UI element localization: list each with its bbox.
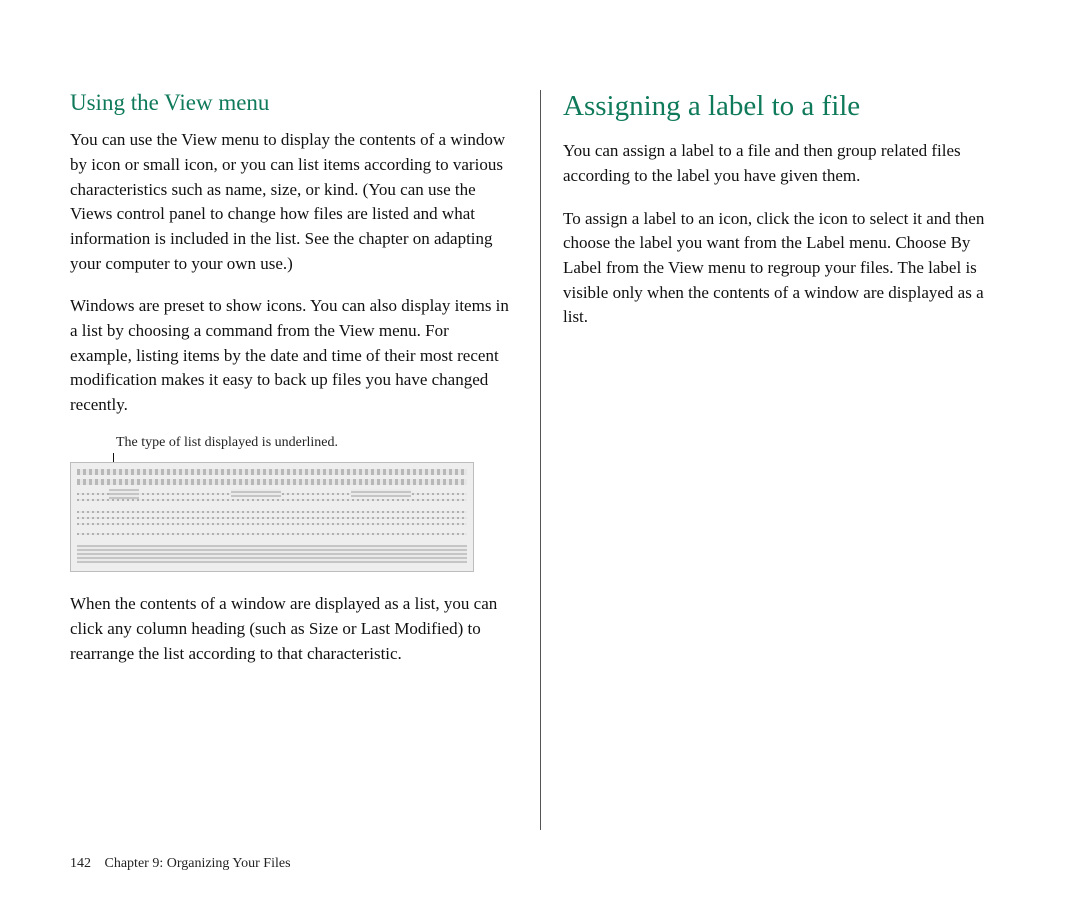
two-column-layout: Using the View menu You can use the View…	[70, 90, 1020, 830]
chapter-title: Chapter 9: Organizing Your Files	[105, 856, 291, 871]
body-paragraph: You can assign a label to a file and the…	[563, 139, 1000, 188]
page-footer: 142 Chapter 9: Organizing Your Files	[70, 856, 291, 872]
body-paragraph: Windows are preset to show icons. You ca…	[70, 294, 510, 417]
section-heading-view-menu: Using the View menu	[70, 90, 510, 116]
left-column: Using the View menu You can use the View…	[70, 90, 530, 830]
body-paragraph: To assign a label to an icon, click the …	[563, 207, 1000, 330]
figure-caption: The type of list displayed is underlined…	[116, 435, 510, 452]
page-number: 142	[70, 856, 91, 871]
screenshot-figure	[70, 462, 474, 572]
body-paragraph: When the contents of a window are displa…	[70, 592, 510, 666]
document-page: Using the View menu You can use the View…	[0, 0, 1080, 900]
section-heading-assigning-label: Assigning a label to a file	[563, 90, 1000, 123]
figure-caption-block: The type of list displayed is underlined…	[70, 435, 510, 452]
right-column: Assigning a label to a file You can assi…	[540, 90, 1000, 830]
body-paragraph: You can use the View menu to display the…	[70, 128, 510, 276]
